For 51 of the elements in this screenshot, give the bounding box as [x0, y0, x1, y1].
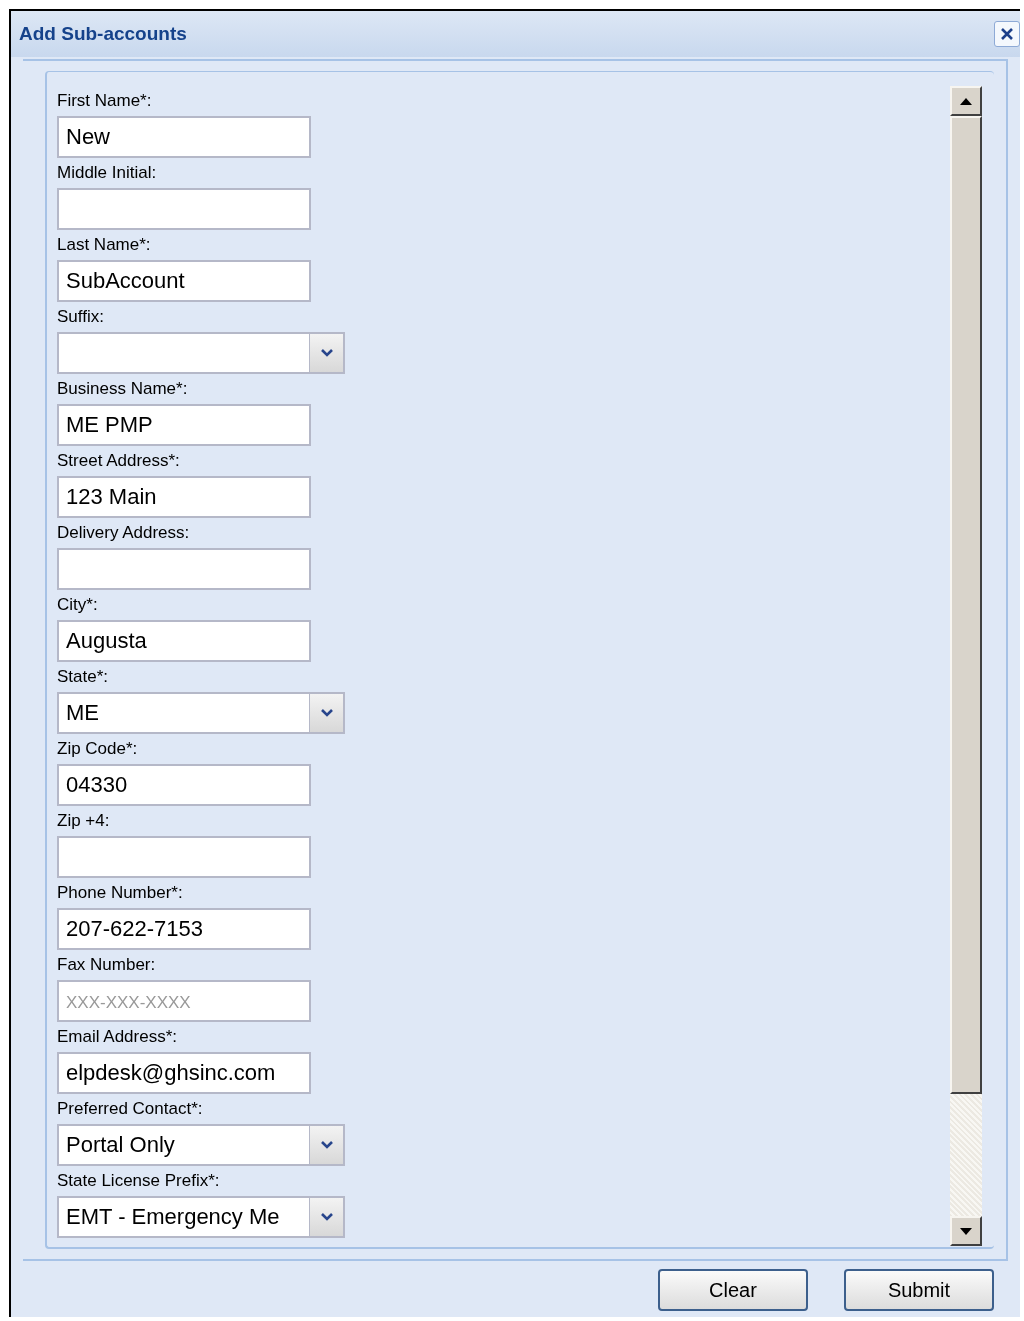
input-field[interactable]: 207-622-7153 [57, 908, 311, 950]
dropdown-button[interactable] [309, 334, 343, 372]
input-field[interactable] [57, 188, 311, 230]
input-field[interactable]: elpdesk@ghsinc.com [57, 1052, 311, 1094]
input-field[interactable]: Augusta [57, 620, 311, 662]
field-label: Street Address*: [57, 450, 181, 472]
chevron-down-icon [319, 348, 334, 358]
dropdown-field[interactable]: ME [57, 692, 345, 734]
dropdown-button[interactable] [309, 694, 343, 732]
field-label: State*: [57, 666, 110, 688]
field-label: City*: [57, 594, 99, 616]
chevron-down-icon [319, 1212, 334, 1222]
dropdown-field[interactable]: EMT - Emergency Me [57, 1196, 345, 1238]
scroll-down-button[interactable] [950, 1216, 982, 1246]
action-button[interactable]: Submit [844, 1269, 994, 1311]
dropdown-field[interactable]: Portal Only [57, 1124, 345, 1166]
dropdown-button[interactable] [309, 1126, 343, 1164]
close-button[interactable] [994, 21, 1020, 47]
input-field[interactable]: XXX-XXX-XXXX [57, 980, 311, 1022]
field-label: Business Name*: [57, 378, 189, 400]
chevron-down-icon [319, 708, 334, 718]
window-title: Add Sub-accounts [19, 23, 187, 45]
field-label: Middle Initial: [57, 162, 158, 184]
input-field[interactable]: ME PMP [57, 404, 311, 446]
dropdown-button[interactable] [309, 1198, 343, 1236]
input-field[interactable] [57, 548, 311, 590]
field-label: Zip Code*: [57, 738, 139, 760]
field-label: Last Name*: [57, 234, 152, 256]
scrollbar[interactable] [950, 86, 982, 1246]
field-label: Email Address*: [57, 1026, 178, 1048]
dropdown-field[interactable] [57, 332, 345, 374]
field-label: State License Prefix*: [57, 1170, 221, 1192]
scroll-thumb[interactable] [950, 116, 982, 1094]
close-icon [999, 26, 1015, 42]
input-field[interactable]: New [57, 116, 311, 158]
action-button[interactable]: Clear [658, 1269, 808, 1311]
scroll-up-button[interactable] [950, 86, 982, 116]
up-arrow-icon [960, 97, 972, 105]
input-field[interactable]: 123 Main [57, 476, 311, 518]
input-field[interactable]: 04330 [57, 764, 311, 806]
down-arrow-icon [960, 1227, 972, 1235]
chevron-down-icon [319, 1140, 334, 1150]
input-field[interactable]: SubAccount [57, 260, 311, 302]
field-label: First Name*: [57, 90, 153, 112]
field-label: Preferred Contact*: [57, 1098, 204, 1120]
input-field[interactable] [57, 836, 311, 878]
field-label: Suffix: [57, 306, 105, 328]
field-label: Zip +4: [57, 810, 111, 832]
field-label: Fax Number: [57, 954, 157, 976]
field-label: Delivery Address: [57, 522, 191, 544]
field-label: Phone Number*: [57, 882, 184, 904]
